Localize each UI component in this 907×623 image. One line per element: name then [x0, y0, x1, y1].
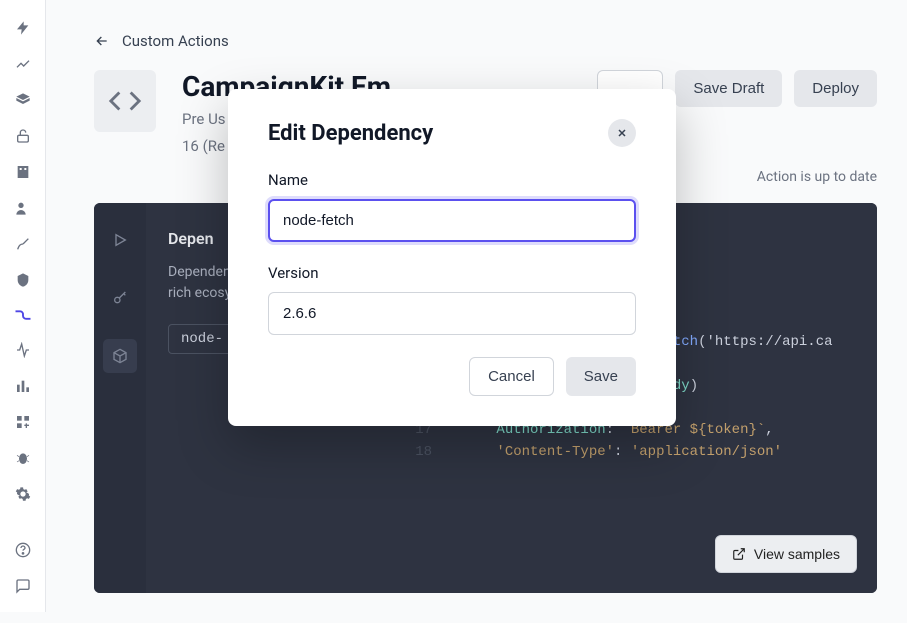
close-icon: [616, 127, 628, 139]
save-button[interactable]: Save: [566, 357, 636, 396]
close-button[interactable]: [608, 119, 636, 147]
edit-dependency-modal: Edit Dependency Name Version Cancel Save: [228, 89, 676, 426]
version-input[interactable]: [268, 292, 636, 335]
name-label: Name: [268, 171, 636, 189]
name-input[interactable]: [268, 199, 636, 242]
cancel-button[interactable]: Cancel: [469, 357, 554, 396]
modal-title: Edit Dependency: [268, 121, 433, 146]
version-label: Version: [268, 264, 636, 282]
